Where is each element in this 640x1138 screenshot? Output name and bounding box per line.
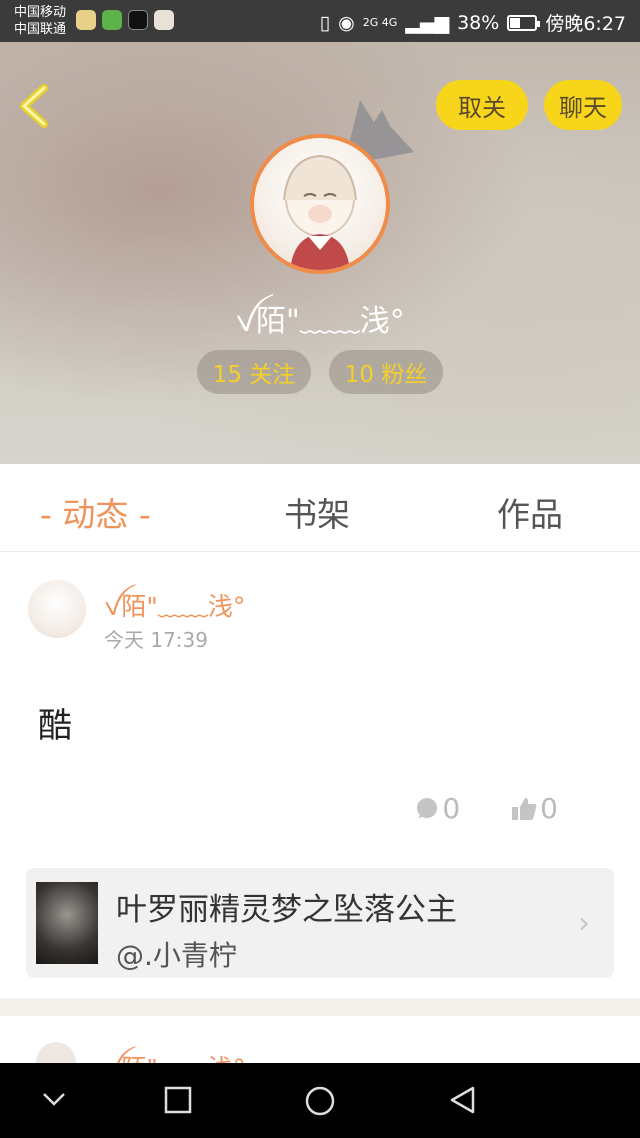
signal-label: 2G 4G [362,16,398,29]
unfollow-button[interactable]: 取关 [436,80,528,130]
clock: 傍晚6:27 [545,13,626,35]
green-app-icon [102,10,122,30]
thumbs-up-icon [512,797,537,820]
battery-percent: 38% [457,11,500,34]
tiktok-icon [128,10,148,30]
status-right: ▯ ◉ 2G 4G ▂▄▆ 38% 傍晚6:27 [320,9,626,36]
carrier-2: 中国联通 [14,22,67,37]
post-divider [0,998,640,1016]
tab-bookshelf[interactable]: 书架 [284,488,350,536]
eye-icon: ◉ [338,11,355,34]
activity-post: ꪜ陌"﹏﹏浅° 今天 17:39 酷 0 0 叶罗丽精灵梦之坠落公主 @.小青柠… [0,552,640,998]
signal-bars-icon: ▂▄▆ [405,11,450,34]
profile-header: 取关 聊天 ꪜ陌"﹏﹏浅° 15 关注 10 粉丝 [0,42,640,464]
system-nav-bar [0,1063,640,1138]
like-count: 0 [540,792,558,825]
carrier-info: 中国移动 中国联通 [14,4,66,38]
follows-count[interactable]: 15 关注 [197,350,311,394]
book-cover [36,882,98,964]
home-icon[interactable] [304,1085,336,1117]
comment-button[interactable]: 0 [414,792,460,825]
map-icon [154,10,174,30]
recents-icon[interactable] [163,1085,193,1115]
post-avatar[interactable] [28,580,86,638]
tab-activity[interactable]: - 动态 - [40,488,151,536]
status-bar: 中国移动 中国联通 ▯ ◉ 2G 4G ▂▄▆ 38% 傍晚6:27 [0,0,640,42]
post-actions: 0 0 [414,792,558,825]
post-body: 酷 [38,706,72,746]
avatar-portrait-icon [283,154,357,270]
chat-button[interactable]: 聊天 [544,80,622,130]
battery-icon [507,14,541,31]
profile-username: ꪜ陌"﹏﹏浅° [235,304,405,339]
book-card[interactable]: 叶罗丽精灵梦之坠落公主 @.小青柠 › [26,868,614,978]
wechat-icon [76,10,96,30]
chevron-right-icon: › [578,906,590,941]
avatar[interactable] [250,134,390,274]
fans-count[interactable]: 10 粉丝 [329,350,443,394]
activity-post-2: ꪜ陌"﹏﹏浅° [0,1016,640,1066]
carrier-1: 中国移动 [14,5,67,20]
back-arrow-icon[interactable] [16,84,56,128]
like-button[interactable]: 0 [510,792,558,825]
book-author: @.小青柠 [116,939,237,972]
back-icon[interactable] [448,1085,478,1115]
chevron-down-icon[interactable] [40,1085,68,1113]
profile-tabs: - 动态 - 书架 作品 [0,464,640,552]
comment-count: 0 [442,792,461,825]
tab-works[interactable]: 作品 [497,488,563,536]
notification-icons [76,10,174,30]
comment-icon [417,797,438,818]
book-title: 叶罗丽精灵梦之坠落公主 [116,892,457,928]
vibrate-icon: ▯ [319,11,331,34]
post-time: 今天 17:39 [104,628,208,652]
